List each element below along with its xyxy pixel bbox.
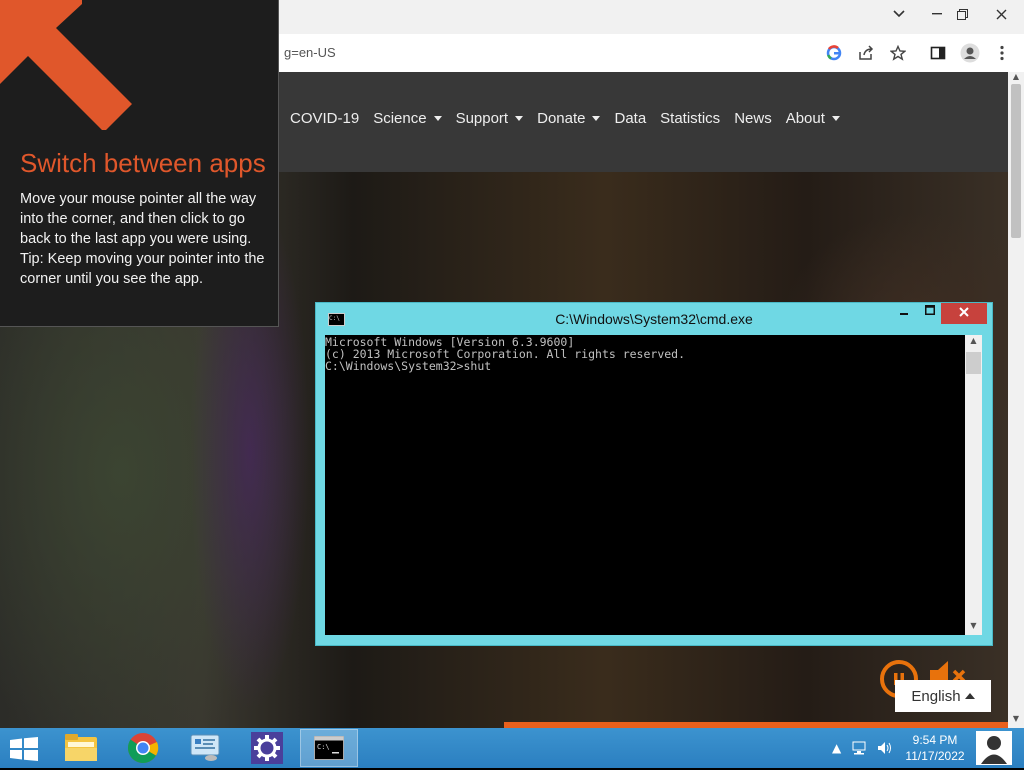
star-icon[interactable] [888, 43, 908, 63]
start-button[interactable] [10, 737, 38, 761]
clock-time: 9:54 PM [912, 733, 958, 747]
scroll-down-arrow-icon[interactable]: ▼ [965, 621, 982, 633]
scroll-down-arrow-icon[interactable]: ▼ [1008, 714, 1024, 726]
close-icon [996, 9, 1006, 19]
caret-up-icon [964, 693, 975, 699]
scrollbar-thumb[interactable] [966, 352, 981, 374]
taskbar-clock[interactable]: 9:54 PM 11/17/2022 [900, 732, 970, 764]
google-icon[interactable] [824, 43, 844, 63]
share-icon[interactable] [856, 43, 876, 63]
taskbar-chrome[interactable] [114, 729, 172, 767]
menu-icon[interactable] [992, 43, 1012, 63]
cmd-scrollbar[interactable]: ▲ ▼ [965, 335, 982, 635]
restore-icon [956, 8, 968, 20]
taskbar: C:\ ▲ 9:54 PM 11/17/2022 [0, 728, 1024, 768]
folder-icon [65, 734, 97, 761]
tip-instruction: Move your mouse pointer all the way into… [20, 191, 257, 247]
cmd-close-button[interactable] [941, 303, 987, 324]
page-scrollbar[interactable]: ▲ ▼ [1008, 72, 1024, 728]
taskbar-control-panel[interactable] [176, 729, 234, 767]
network-icon[interactable] [851, 741, 867, 758]
url-text: g=en-US [284, 45, 336, 60]
scroll-up-arrow-icon[interactable]: ▲ [1008, 72, 1024, 84]
nav-menu: COVID-19 Science Support Donate Data Sta… [290, 110, 840, 127]
clock-date: 11/17/2022 [905, 749, 965, 763]
command-prompt-icon: C:\ [314, 736, 344, 760]
nav-item-news[interactable]: News [734, 110, 772, 127]
caret-down-icon [433, 116, 442, 121]
nav-item-science[interactable]: Science [373, 110, 442, 127]
address-bar[interactable]: g=en-US [268, 38, 864, 68]
taskbar-file-explorer[interactable] [52, 729, 110, 767]
minimize-icon [932, 13, 942, 15]
windows-logo-icon [10, 737, 38, 761]
scrollbar-thumb[interactable] [1011, 84, 1021, 238]
nav-item-support[interactable]: Support [456, 110, 524, 127]
nav-item-donate[interactable]: Donate [537, 110, 601, 127]
command-prompt-window[interactable]: C:\ C:\Windows\System32\cmd.exe Microsof… [315, 302, 993, 646]
tip-hint: Tip: Keep moving your pointer into the c… [20, 251, 265, 287]
system-tray: ▲ [832, 741, 893, 758]
scroll-up-arrow-icon[interactable]: ▲ [965, 336, 982, 348]
close-icon [959, 307, 969, 317]
show-hidden-icons-icon[interactable]: ▲ [832, 741, 841, 758]
language-selector[interactable]: English [895, 680, 991, 712]
gear-icon [251, 732, 283, 764]
svg-text:C:\: C:\ [317, 743, 330, 751]
nav-item-about[interactable]: About [786, 110, 840, 127]
cmd-minimize-button[interactable] [891, 304, 917, 324]
nav-item-covid-19[interactable]: COVID-19 [290, 110, 359, 127]
console-output: Microsoft Windows [Version 6.3.9600] (c)… [325, 335, 686, 373]
volume-icon[interactable] [877, 741, 893, 758]
nav-item-data[interactable]: Data [614, 110, 646, 127]
minimize-icon [900, 313, 908, 315]
user-account-tile[interactable] [976, 731, 1012, 765]
user-icon [981, 736, 1007, 764]
tip-body: Move your mouse pointer all the way into… [20, 189, 265, 289]
cmd-console[interactable]: Microsoft Windows [Version 6.3.9600] (c)… [325, 335, 965, 635]
restore-button[interactable] [945, 0, 979, 28]
maximize-icon [925, 305, 935, 315]
side-panel-icon[interactable] [928, 43, 948, 63]
tip-title: Switch between apps [20, 148, 266, 178]
chrome-icon [127, 733, 159, 764]
control-panel-icon [190, 734, 220, 761]
nav-item-statistics[interactable]: Statistics [660, 110, 720, 127]
chevron-down-icon [893, 10, 905, 18]
caret-down-icon [515, 116, 524, 121]
taskbar-command-prompt[interactable]: C:\ [300, 729, 358, 767]
profile-icon[interactable] [960, 43, 980, 63]
caret-down-icon [592, 116, 601, 121]
switch-apps-tip: Switch between apps Move your mouse poin… [0, 0, 279, 327]
tab-search-button[interactable] [882, 0, 916, 28]
corner-arrow-icon [0, 0, 132, 130]
caret-down-icon [831, 116, 840, 121]
close-button[interactable] [984, 0, 1018, 28]
taskbar-settings[interactable] [238, 729, 296, 767]
cmd-maximize-button[interactable] [917, 304, 943, 324]
